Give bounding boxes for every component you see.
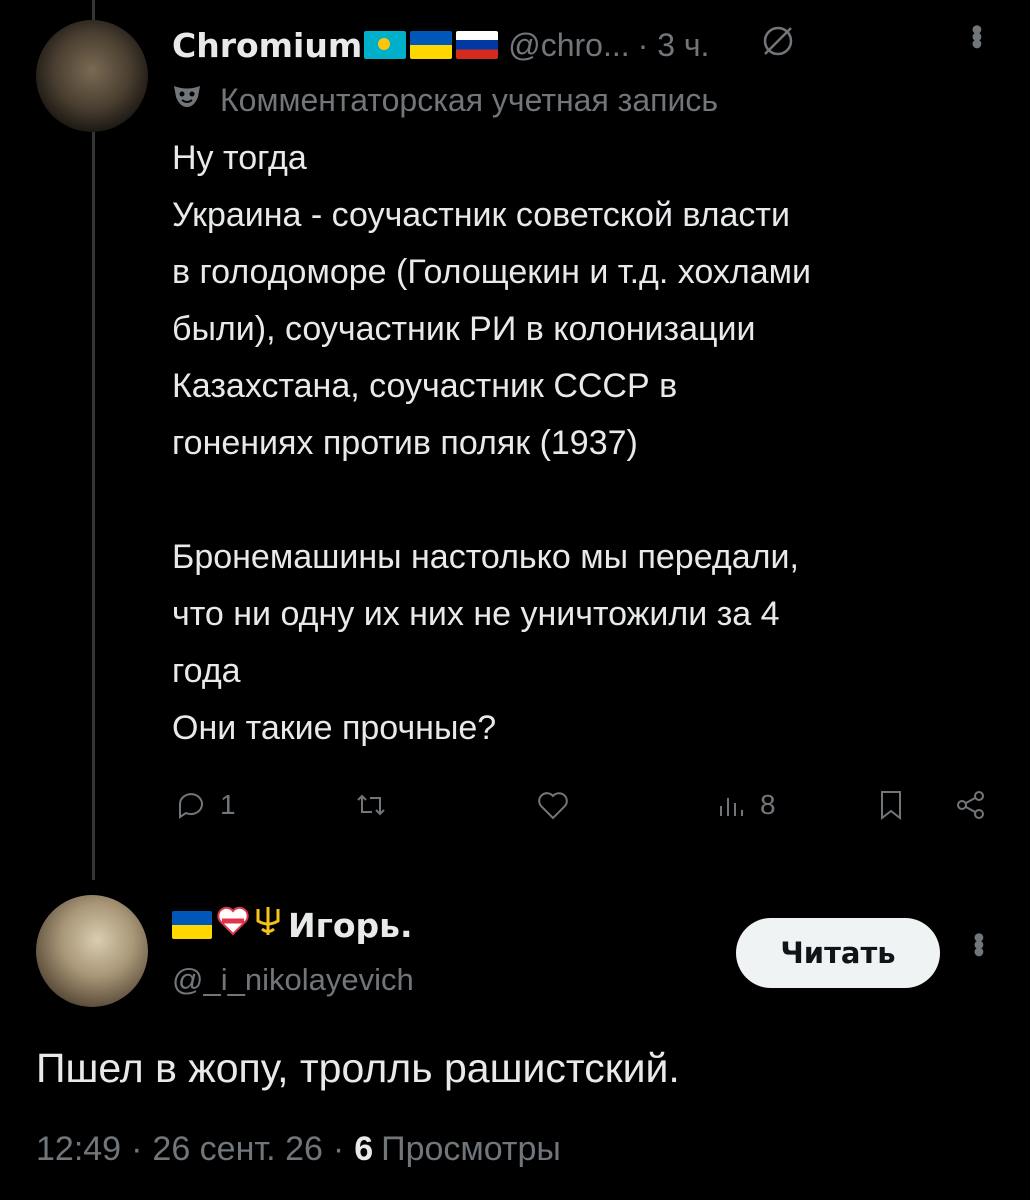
heart-emoji-icon — [216, 906, 250, 945]
reply-text: Пшел в жопу, тролль рашистский. — [36, 1045, 680, 1091]
ua-flag-icon — [172, 911, 212, 939]
author-handle[interactable]: @_i_nikolayevich — [172, 962, 414, 998]
views-label: Просмотры — [381, 1130, 561, 1168]
separator: · — [332, 1130, 345, 1168]
more-options-icon[interactable]: ••• — [960, 932, 997, 954]
tweet-time[interactable]: · 3 ч. — [638, 27, 710, 64]
text-line: Украина - соучастник советской власти — [172, 196, 790, 234]
text-line: Казахстана, соучастник СССР в — [172, 367, 678, 405]
mask-icon — [172, 83, 202, 117]
like-button[interactable] — [534, 780, 582, 830]
author-flags — [364, 31, 499, 59]
author-name[interactable]: Игорь. — [288, 906, 413, 945]
text-line — [172, 472, 1002, 529]
text-line: в голодоморе (Голощекин и т.д. хохлами — [172, 253, 812, 291]
reply-icon — [179, 793, 203, 819]
share-button[interactable] — [952, 780, 990, 830]
ru-flag-icon — [456, 31, 499, 59]
reply-meta: 12:49 · 26 сент. 26 · 6 Просмотры — [36, 1130, 561, 1169]
ua-flag-icon — [410, 31, 453, 59]
views-button[interactable]: 8 — [712, 780, 776, 830]
share-icon — [957, 791, 984, 819]
thread-connector-line — [92, 0, 95, 880]
heart-icon — [538, 792, 568, 820]
grok-icon[interactable] — [759, 22, 797, 69]
avatar[interactable] — [36, 20, 148, 132]
author-emojis — [172, 905, 282, 946]
separator: · — [131, 1130, 143, 1168]
avatar[interactable] — [36, 895, 148, 1007]
retweet-button[interactable] — [352, 780, 400, 830]
views-count: 8 — [760, 789, 776, 820]
text-line: Они такие прочные? — [172, 709, 497, 747]
views-icon — [720, 798, 743, 816]
more-options-icon[interactable]: ••• — [958, 24, 995, 46]
reply-count: 1 — [220, 789, 236, 820]
account-label-text: Комментаторская учетная запись — [220, 81, 718, 118]
bookmark-button[interactable] — [872, 780, 910, 830]
text-line: что ни одну их них не уничтожили за 4 — [172, 595, 780, 633]
text-line: гонениях против поляк (1937) — [172, 424, 638, 462]
text-line: Ну тогда — [172, 139, 307, 177]
account-label: Комментаторская учетная запись — [172, 78, 718, 122]
text-line: были), соучастник РИ в колонизации — [172, 310, 756, 348]
reply-button[interactable]: 1 — [172, 780, 236, 830]
author-name[interactable]: Chromium — [172, 26, 362, 65]
text-line: Бронемашины настолько мы передали, — [172, 538, 799, 576]
tweet-header: Chromium @chro... · 3 ч. — [172, 20, 847, 70]
trident-icon — [254, 905, 282, 946]
reply-date[interactable]: 26 сент. 26 — [152, 1130, 322, 1169]
author-handle[interactable]: @chro... — [508, 27, 629, 64]
tweet-actions: 1 8 — [172, 780, 1002, 830]
reply-time[interactable]: 12:49 — [36, 1130, 121, 1169]
tweet-text: Ну тогда Украина - соучастник советской … — [172, 130, 1002, 757]
reply-header: Игорь. — [172, 900, 413, 950]
text-line: года — [172, 652, 241, 690]
retweet-icon — [357, 794, 385, 816]
bookmark-icon — [881, 791, 901, 821]
views-count: 6 — [354, 1130, 374, 1168]
kz-flag-icon — [364, 31, 407, 59]
follow-button[interactable]: Читать — [736, 918, 940, 988]
